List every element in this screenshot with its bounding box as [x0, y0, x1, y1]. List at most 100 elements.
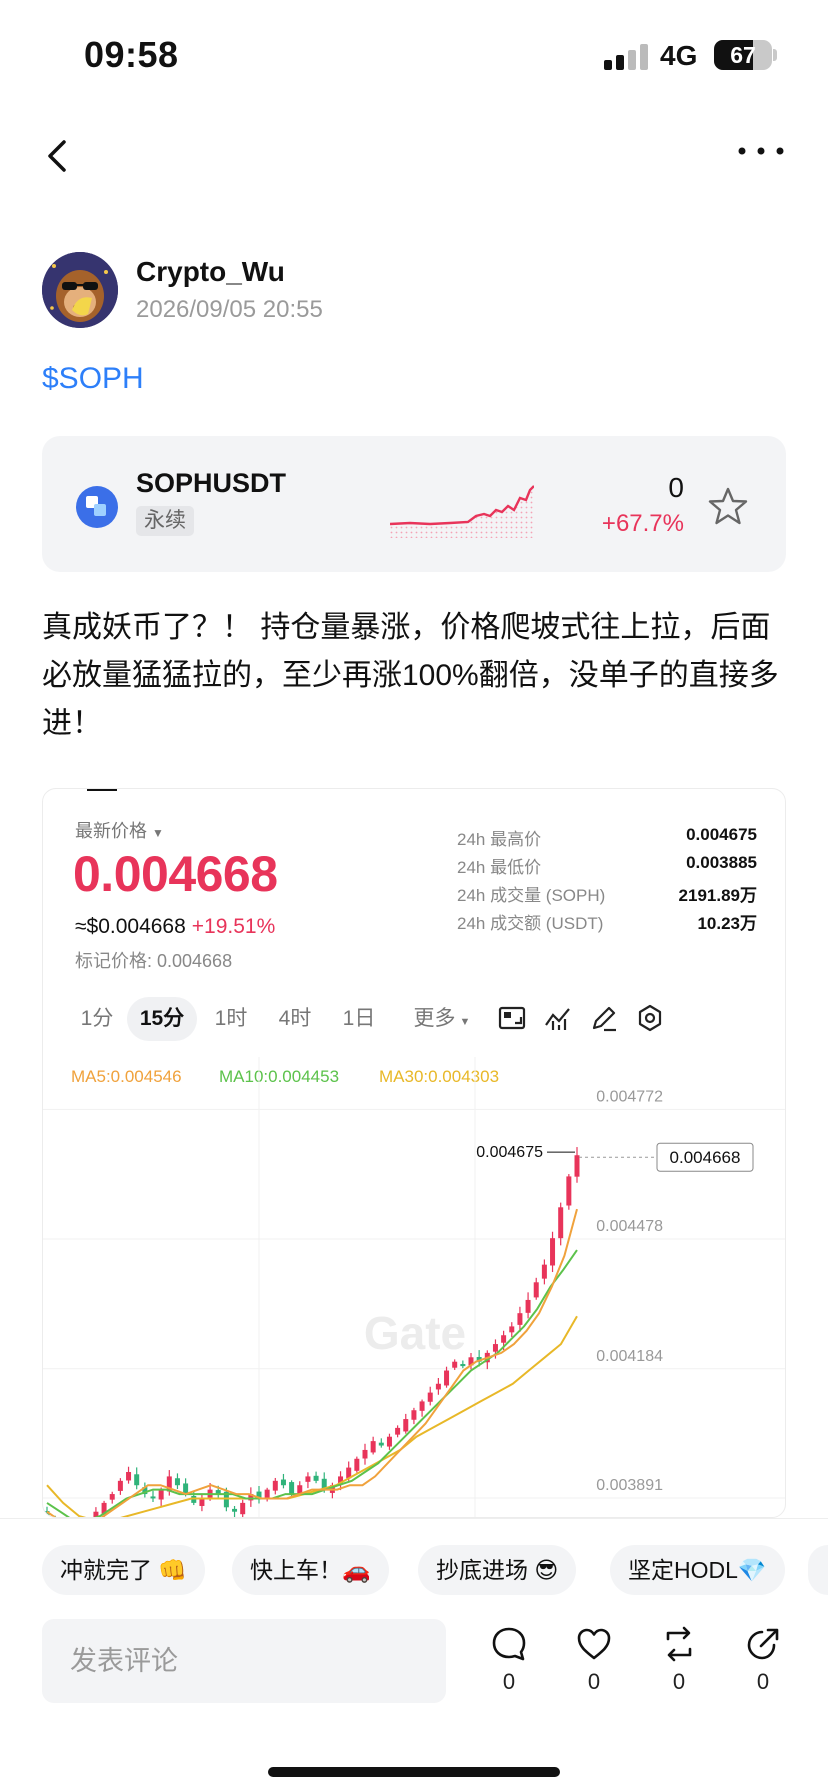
comment-count: 0	[502, 1669, 516, 1694]
candle-body	[419, 1401, 425, 1411]
candle-body	[117, 1480, 123, 1491]
candle-body	[533, 1282, 539, 1298]
tab-interval-more[interactable]: 更多 ▼	[397, 997, 487, 1041]
battery-icon: 67	[714, 40, 772, 70]
stat-value: 0.003885	[686, 853, 757, 872]
battery-nub	[773, 49, 777, 61]
share-button[interactable]: 0	[738, 1625, 788, 1695]
quick-reaction-chip[interactable]: 快上车！🚗	[232, 1545, 389, 1595]
quick-reaction-chip[interactable]: 冲就完了 👊	[42, 1545, 206, 1595]
caret-down-icon: ▼	[152, 826, 164, 840]
ticker-price: 0	[668, 472, 684, 503]
ticker-card[interactable]: SOPHUSDT 永续 0 +67.7%	[42, 436, 786, 572]
ticker-change: +67.7%	[601, 510, 684, 537]
status-bar: 09:58 4G 67	[0, 0, 828, 110]
tab-indicator	[87, 789, 117, 791]
candle-body	[452, 1361, 458, 1368]
candle-body	[574, 1155, 580, 1177]
caret-down-icon: ▼	[459, 1016, 471, 1028]
candle-body	[109, 1494, 115, 1500]
post-body-text: 真成妖币了？！ 持仓量暴涨，价格爬坡式往上拉，后面必放量猛猛拉的，至少再涨100…	[42, 611, 779, 740]
market-card[interactable]: 最新价格 ▼ 0.004668 ≈$0.004668 +19.51% 标记价格: …	[42, 788, 786, 1518]
high-annotation-label: 0.004675	[476, 1144, 543, 1161]
candle-body	[509, 1326, 515, 1333]
candle-body	[395, 1427, 401, 1435]
star-icon	[708, 487, 748, 525]
more-dots-icon	[738, 147, 784, 155]
tab-more-label: 更多	[413, 1007, 456, 1030]
draw-button[interactable]	[589, 1003, 619, 1033]
like-button[interactable]: 0	[569, 1625, 619, 1695]
current-price-tag-label: 0.004668	[670, 1148, 741, 1167]
comment-button[interactable]: 0	[484, 1625, 534, 1695]
stats-panel: 24h 最高价 0.004675 24h 最低价 0.003885 24h 成交量 …	[457, 825, 757, 937]
indicator-button[interactable]	[543, 1003, 573, 1033]
candle-body	[492, 1344, 498, 1352]
candle-body	[558, 1207, 564, 1239]
candle-body	[501, 1335, 507, 1343]
candle-body	[370, 1441, 376, 1453]
tab-interval-1m[interactable]: 1分	[69, 997, 125, 1041]
candle-body	[566, 1176, 572, 1206]
candle-body	[378, 1442, 384, 1446]
stat-label: 24h 成交额 (USDT)	[457, 914, 604, 933]
candle-body	[150, 1496, 156, 1499]
candle-body	[305, 1476, 311, 1482]
chart-settings-button[interactable]	[635, 1003, 665, 1033]
favorite-button[interactable]	[708, 486, 748, 526]
monkey-avatar-icon	[42, 252, 118, 328]
share-count: 0	[756, 1669, 770, 1694]
candle-body	[240, 1502, 246, 1515]
candlestick-chart[interactable]: 0.004772 0.004478 0.004184 0.003891 Gate 0.00…	[43, 1057, 786, 1518]
more-button[interactable]	[736, 140, 786, 170]
stat-row: 24h 最高价 0.004675	[457, 825, 757, 853]
stat-value: 0.004675	[686, 825, 757, 844]
candle-body	[444, 1370, 450, 1386]
post-timestamp: 2026/09/05 20:55	[136, 296, 323, 323]
candle-body	[174, 1478, 180, 1486]
candle-body	[158, 1489, 164, 1500]
candle-body	[134, 1474, 140, 1486]
stat-label: 24h 最低价	[457, 858, 542, 877]
stat-row: 24h 成交额 (USDT) 10.23万	[457, 909, 757, 937]
contract-type-badge: 永续	[136, 506, 194, 536]
tab-interval-1h[interactable]: 1时	[203, 997, 259, 1041]
sparkline-chart	[390, 485, 534, 538]
tab-interval-1d[interactable]: 1日	[331, 997, 387, 1041]
stat-label: 24h 最高价	[457, 830, 542, 849]
avatar[interactable]	[42, 252, 118, 328]
tab-interval-15m[interactable]: 15分	[127, 997, 197, 1041]
candle-body	[525, 1299, 531, 1313]
back-button[interactable]	[40, 136, 80, 176]
latest-price-label[interactable]: 最新价格 ▼	[75, 817, 164, 843]
comment-icon	[492, 1627, 526, 1661]
quick-reaction-chip[interactable]: 坚定HODL💎	[610, 1545, 785, 1595]
heart-icon	[577, 1628, 611, 1660]
stat-value: 2191.89万	[678, 886, 757, 905]
screenshot-button[interactable]	[497, 1003, 527, 1033]
candle-body	[232, 1508, 238, 1512]
candle-body	[427, 1392, 433, 1402]
chevron-left-icon	[48, 140, 66, 172]
quick-reaction-chip[interactable]: 抄底进场 😎	[418, 1545, 577, 1595]
y-tick-label: 0.004184	[596, 1348, 663, 1365]
tab-interval-4h[interactable]: 4时	[267, 997, 323, 1041]
network-label: 4G	[660, 40, 698, 71]
candle-body	[264, 1489, 270, 1499]
candle-body	[435, 1383, 441, 1390]
comment-input[interactable]: 发表评论	[42, 1619, 446, 1703]
candle-body	[403, 1419, 409, 1432]
candle-body	[297, 1485, 303, 1494]
indicator-icon	[545, 1008, 570, 1030]
author-name[interactable]: Crypto_Wu	[136, 256, 285, 288]
coin-tag-link[interactable]: $SOPH	[42, 362, 144, 396]
mark-price: 标记价格: 0.004668	[75, 951, 233, 971]
candle-body	[362, 1449, 368, 1459]
usd-change: +19.51%	[191, 915, 276, 938]
repost-button[interactable]: 0	[654, 1625, 704, 1695]
stat-row: 24h 成交量 (SOPH) 2191.89万	[457, 881, 757, 909]
y-tick-label: 0.004478	[596, 1218, 663, 1235]
quick-reaction-chip-partial[interactable]	[808, 1545, 828, 1595]
repost-count: 0	[672, 1669, 686, 1694]
candle-body	[386, 1436, 392, 1447]
